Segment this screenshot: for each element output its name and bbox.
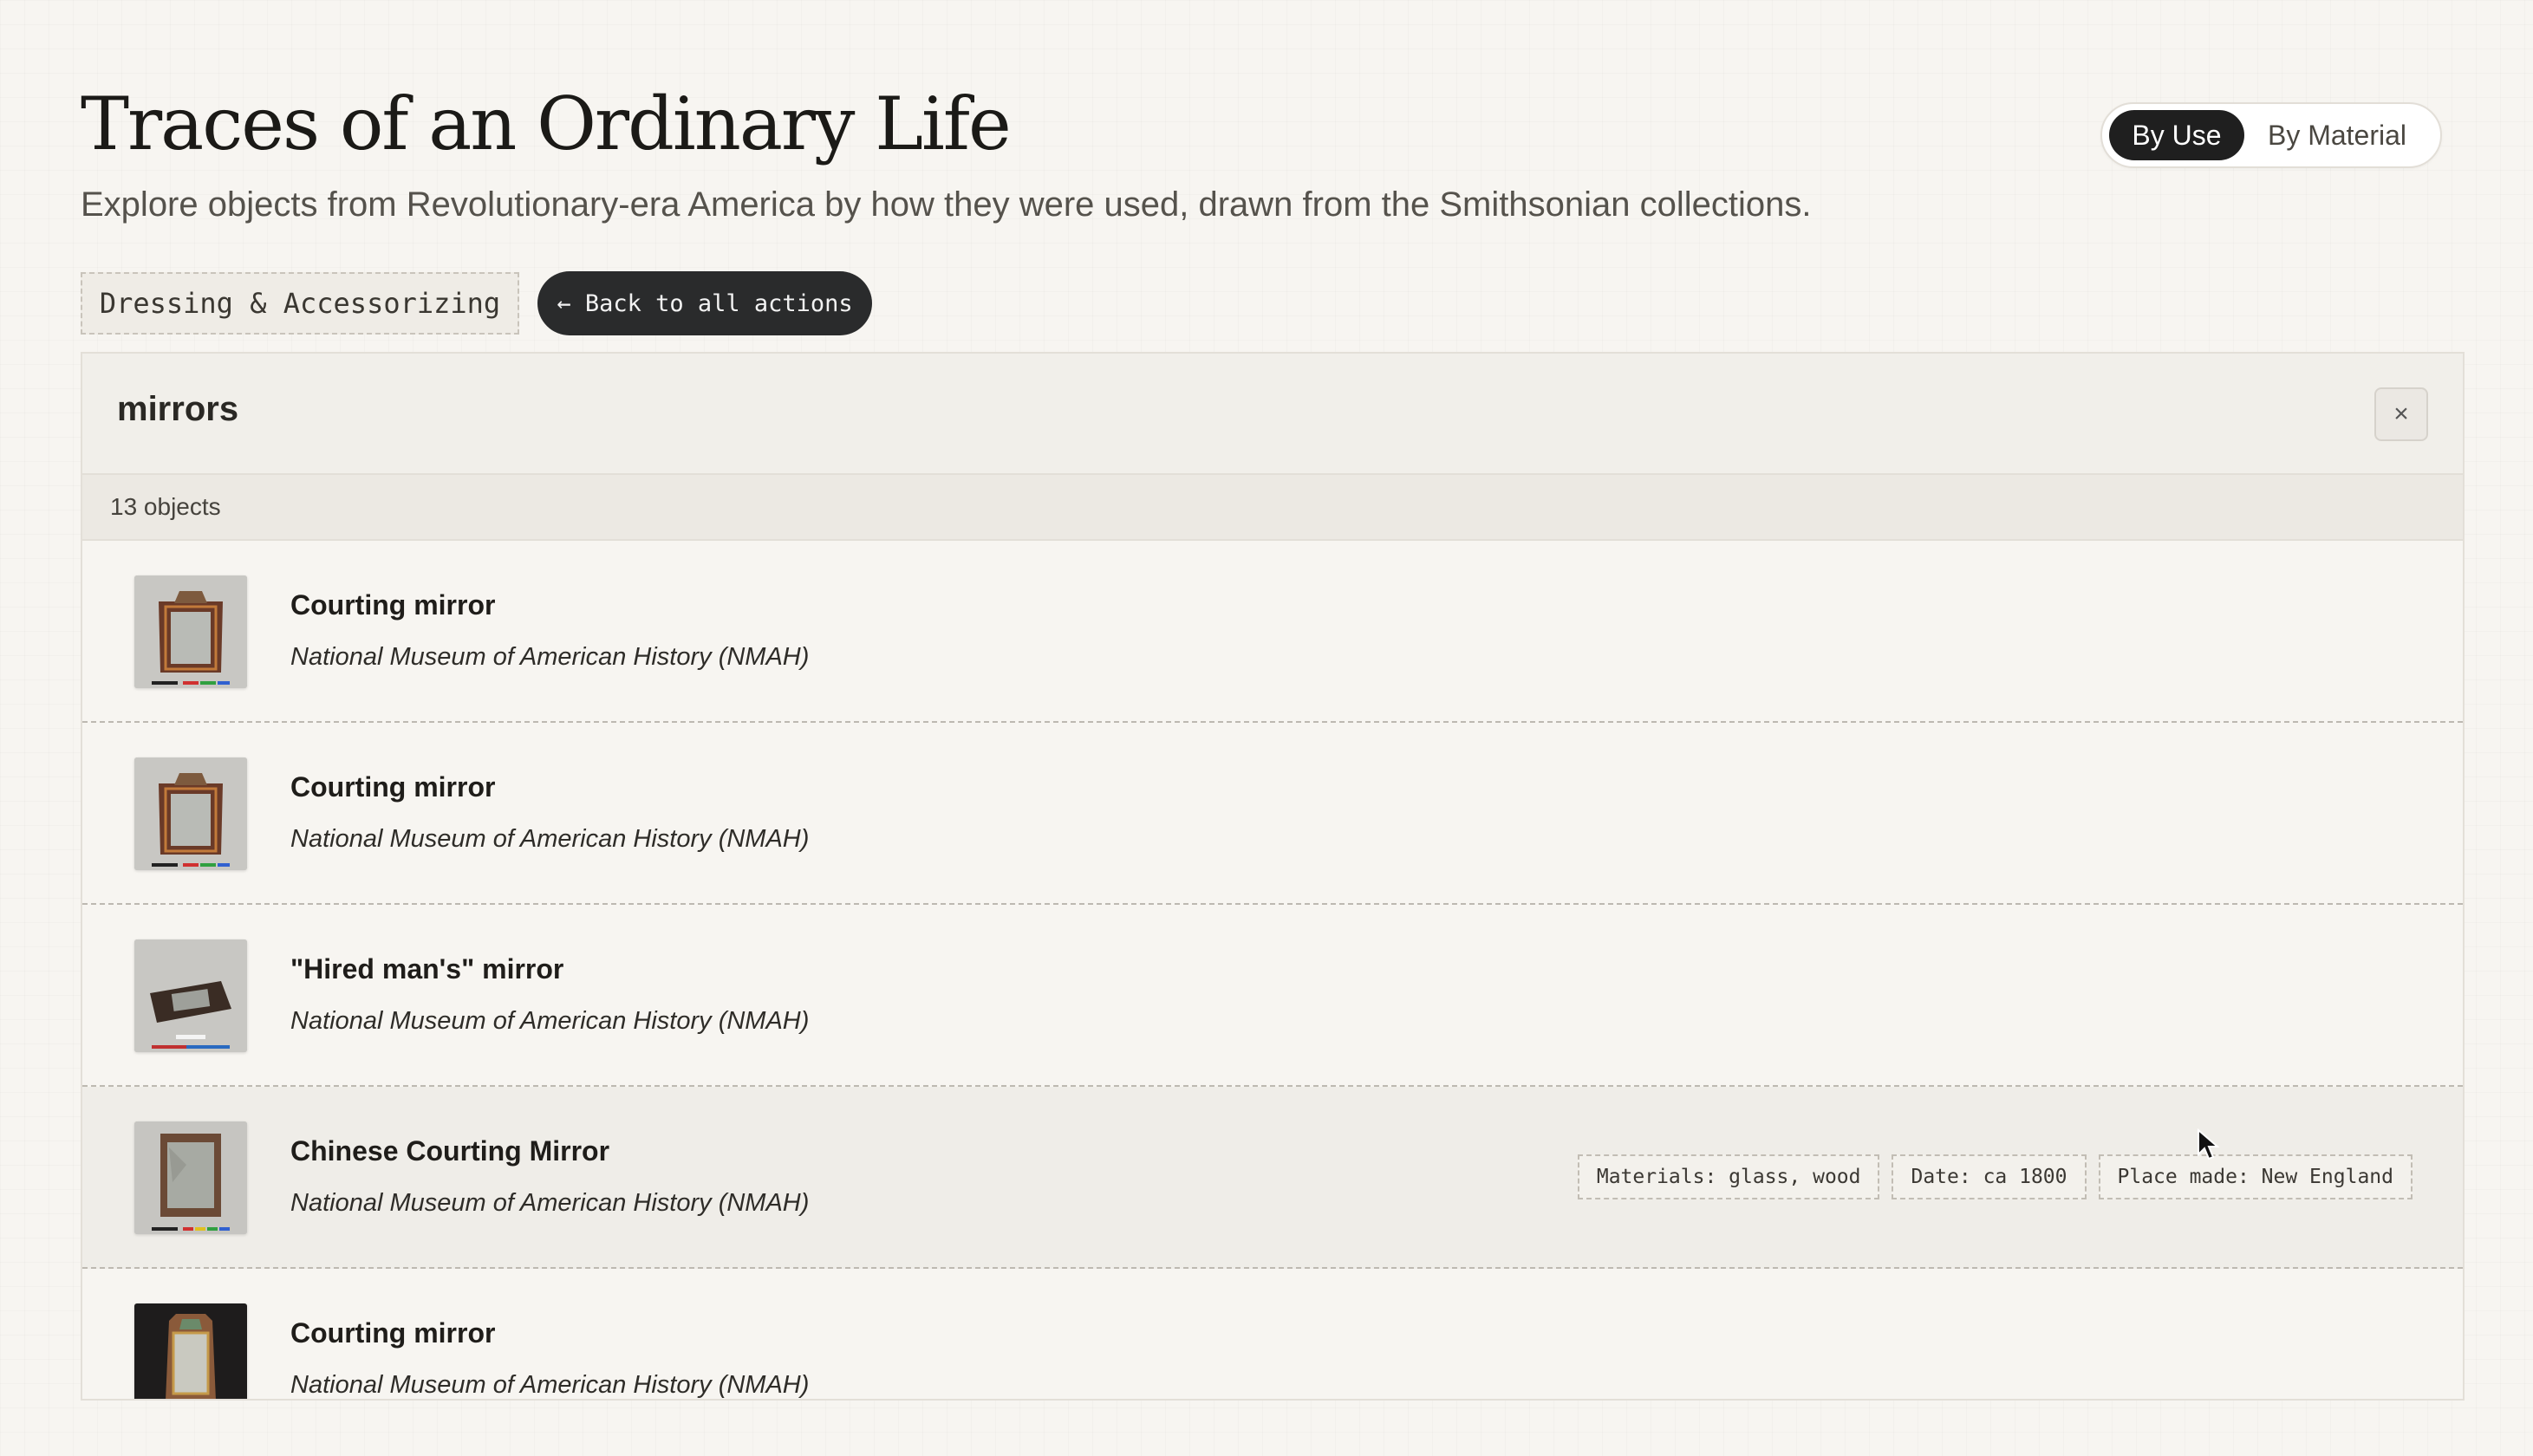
object-thumbnail <box>134 1121 247 1234</box>
object-tag: Materials: glass, wood <box>1577 1154 1880 1199</box>
object-museum: National Museum of American History (NMA… <box>290 1189 810 1217</box>
toggle-by-use[interactable]: By Use <box>2109 110 2244 160</box>
object-list: Courting mirror National Museum of Americ… <box>82 541 2463 1399</box>
object-title: "Hired man's" mirror <box>290 953 564 985</box>
page: Traces of an Ordinary Life Explore objec… <box>0 0 2533 1456</box>
list-item[interactable]: Courting mirror National Museum of Americ… <box>82 541 2463 723</box>
object-museum: National Museum of American History (NMA… <box>290 825 810 853</box>
object-title: Courting mirror <box>290 1317 496 1349</box>
list-item[interactable]: "Hired man's" mirror National Museum of A… <box>82 905 2463 1087</box>
object-tags: Materials: glass, wood Date: ca 1800 Place… <box>1577 1154 2413 1199</box>
object-title: Courting mirror <box>290 771 496 803</box>
toggle-by-material[interactable]: By Material <box>2244 110 2430 160</box>
object-title: Chinese Courting Mirror <box>290 1135 610 1167</box>
view-toggle: By Use By Material <box>2100 102 2442 168</box>
object-museum: National Museum of American History (NMA… <box>290 1371 810 1399</box>
object-thumbnail <box>134 939 247 1052</box>
back-to-all-actions-button[interactable]: ← Back to all actions <box>537 271 872 335</box>
close-panel-button[interactable]: × <box>2374 387 2428 441</box>
object-tag: Date: ca 1800 <box>1892 1154 2087 1199</box>
object-title: Courting mirror <box>290 589 496 621</box>
object-museum: National Museum of American History (NMA… <box>290 1007 810 1035</box>
object-thumbnail <box>134 757 247 870</box>
list-item[interactable]: Chinese Courting Mirror National Museum o… <box>82 1087 2463 1269</box>
panel-title: mirrors <box>117 390 239 428</box>
close-icon: × <box>2393 400 2409 428</box>
category-chip: Dressing & Accessorizing <box>81 272 519 335</box>
panel-header: mirrors × <box>82 354 2463 475</box>
results-panel: mirrors × 13 objects Courting mirror Nati… <box>81 352 2465 1401</box>
object-museum: National Museum of American History (NMA… <box>290 643 810 671</box>
object-count: 13 objects <box>82 475 2463 541</box>
object-thumbnail <box>134 1303 247 1399</box>
object-thumbnail <box>134 575 247 688</box>
page-title: Traces of an Ordinary Life <box>81 81 1012 166</box>
list-item[interactable]: Courting mirror National Museum of Americ… <box>82 723 2463 905</box>
list-item[interactable]: Courting mirror National Museum of Americ… <box>82 1269 2463 1399</box>
page-subtitle: Explore objects from Revolutionary-era A… <box>81 185 1812 224</box>
object-tag: Place made: New England <box>2098 1154 2413 1199</box>
